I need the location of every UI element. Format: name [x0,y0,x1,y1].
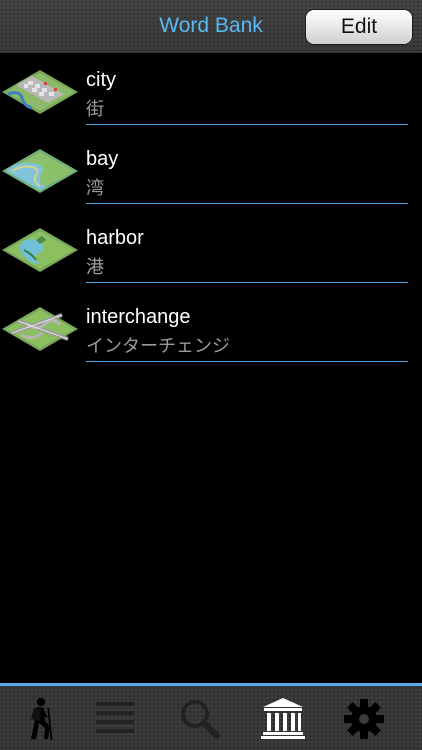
city-map-icon [2,70,78,114]
bay-map-icon [2,149,78,193]
search-icon [181,700,220,739]
gear-icon [344,699,384,739]
hiker-icon [31,697,53,741]
row-divider [86,124,408,125]
list-item[interactable]: interchange インターチェンジ [0,290,422,369]
tab-settings[interactable] [339,694,389,744]
interchange-map-icon [2,307,78,351]
tab-search[interactable] [174,694,224,744]
tab-word-bank[interactable] [258,694,308,744]
word-reading: 街 [86,99,104,119]
list-item[interactable]: bay 湾 [0,132,422,211]
row-divider [86,282,408,283]
bank-icon [261,698,305,739]
word-label: bay [86,148,119,170]
list-icon [96,702,134,733]
word-label: interchange [86,306,191,328]
word-label: harbor [86,227,144,249]
word-reading: インターチェンジ [86,336,230,356]
list-item[interactable]: harbor 港 [0,211,422,290]
word-list: city 街 bay 湾 harbor 港 interchange インターチェ… [0,53,422,369]
tab-hiker[interactable] [14,694,64,744]
tab-bar [0,683,422,750]
word-reading: 湾 [86,178,104,198]
navigation-bar: Word Bank Edit [0,0,422,53]
word-label: city [86,69,116,91]
word-reading: 港 [86,257,104,277]
row-divider [86,203,408,204]
page-title: Word Bank [159,14,263,37]
list-item[interactable]: city 街 [0,53,422,132]
edit-button[interactable]: Edit [305,9,413,45]
tab-list[interactable] [90,694,140,744]
harbor-map-icon [2,228,78,272]
row-divider [86,361,408,362]
